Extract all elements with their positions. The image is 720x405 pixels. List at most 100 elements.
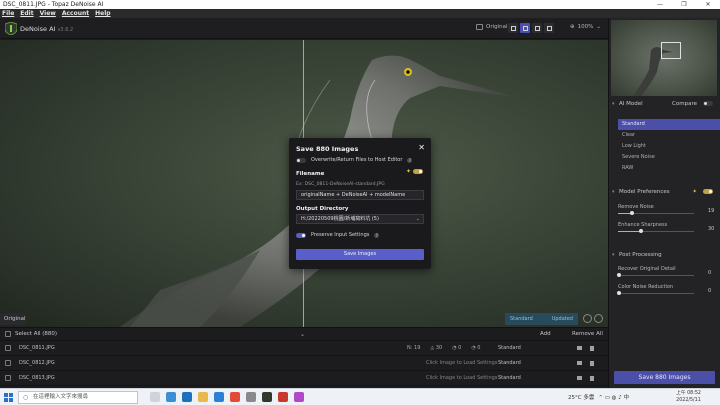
model-raw[interactable]: RAW [618,163,720,174]
post-processing-header[interactable]: ▾ Post Processing [609,249,720,260]
slider-knob[interactable] [617,291,621,295]
ai-model-header[interactable]: ▾ AI Model Compare [609,98,720,109]
file-checkbox[interactable] [5,375,11,381]
navigator-thumbnail[interactable] [611,20,717,96]
weather[interactable]: 25°C 多雲 [568,393,594,401]
recover-detail-value[interactable]: 0 [708,270,711,276]
help-icon[interactable]: ? [374,232,380,238]
trash-icon[interactable] [590,360,594,366]
store-icon[interactable] [182,392,192,402]
maximize-button[interactable]: ❐ [672,0,696,9]
chevron-down-icon: ⌄ [596,24,601,30]
remove-all-button[interactable]: Remove All [572,331,603,337]
file-name: DSC_0811.JPG [19,345,55,351]
menu-view[interactable]: View [40,10,56,17]
save-images-button[interactable]: Save 880 Images [614,371,715,384]
windows-start-icon[interactable] [4,393,13,402]
preview-icon[interactable] [577,346,582,350]
split-view-button[interactable] [520,23,530,33]
model-low-light[interactable]: Low Light [618,141,720,152]
file-explorer-icon[interactable] [198,392,208,402]
slider-knob[interactable] [630,211,635,215]
denoise-taskbar-icon[interactable] [262,392,272,402]
noise-value: N: 19 [407,345,421,351]
filename-input[interactable]: originalName + DeNoiseAI + modelName [296,190,424,200]
viewport-box[interactable] [661,42,681,59]
single-view-button[interactable] [508,23,518,33]
dialog-save-button[interactable]: Save Images [296,249,424,260]
menu-help[interactable]: Help [95,10,110,17]
output-directory-value: H:/20220509桃園/新埔窩料坑 (5) [301,216,379,222]
enhance-sharpness-slider[interactable]: Enhance Sharpness 30 [618,222,718,233]
filename-toggle[interactable] [413,169,424,174]
file-row[interactable]: DSC_0811.JPG N: 19 ◬ 30 ◔ 0 ◔ 0 Standard [0,341,608,356]
file-row[interactable]: DSC_0813.JPG Click Image to Load Setting… [0,371,608,386]
task-view-icon[interactable] [150,392,160,402]
slider-track[interactable] [618,275,694,276]
add-button[interactable]: Add [540,331,551,337]
slider-knob[interactable] [617,273,621,277]
close-window-button[interactable]: ✕ [696,0,720,9]
model-standard[interactable]: Standard [618,119,720,130]
file-checkbox[interactable] [5,345,11,351]
remove-noise-value[interactable]: 19 [708,208,714,214]
collapse-icon: ▾ [612,251,615,258]
info-icon[interactable] [594,314,603,323]
reset-icon[interactable] [583,314,592,323]
tray-icons[interactable]: ⌃ ▭ ◍ ♪ 中 [598,393,629,401]
slider-knob[interactable] [638,229,643,233]
compare-control: Compare [672,101,713,107]
trash-icon[interactable] [590,375,594,381]
sharpness-value-number: 30 [435,345,443,351]
file-checkbox[interactable] [5,360,11,366]
post-processing-title: Post Processing [619,251,662,258]
file-row[interactable]: DSC_0812.JPG Click Image to Load Setting… [0,356,608,371]
app-icon[interactable] [246,392,256,402]
help-icon[interactable]: ? [407,157,413,163]
preview-icon[interactable] [577,376,582,380]
side-by-side-button[interactable] [532,23,542,33]
settings-panel: ▾ AI Model Compare Standard Clear Low Li… [608,18,720,388]
output-directory-select[interactable]: H:/20220509桃園/新埔窩料坑 (5) ⌄ [296,214,424,224]
compare-toggle[interactable] [703,101,713,106]
chrome-icon[interactable] [230,392,240,402]
zoom-control[interactable]: ⊕ 100% ⌄ [570,24,601,30]
recover-detail-slider[interactable]: Recover Original Detail 0 [617,266,718,277]
chevron-down-icon: ⌄ [415,216,420,222]
browser-icon[interactable] [294,392,304,402]
remove-noise-slider[interactable]: Remove Noise 19 [618,204,718,215]
original-view-label: Original [486,24,508,30]
color-noise-slider[interactable]: Color Noise Reduction 0 [617,284,718,295]
taskbar-search[interactable]: 在這裡輸入文字來搜尋 [18,391,138,404]
chevron-down-icon[interactable]: ⌄ [300,331,305,338]
preserve-toggle[interactable] [296,232,306,238]
overwrite-toggle[interactable] [296,157,306,163]
trash-icon[interactable] [590,345,594,351]
spark-icon: ✦ [406,168,412,175]
clock[interactable]: 上午 08:52 2022/5/11 [676,390,701,404]
color-noise-value[interactable]: 0 [708,288,711,294]
filename-label: Filename [296,171,325,177]
slider-track[interactable] [618,293,694,294]
preview-icon[interactable] [577,361,582,365]
slider-fill [618,231,641,232]
original-view-toggle[interactable]: Original [476,24,508,30]
grid-view-button[interactable] [544,23,554,33]
menu-account[interactable]: Account [62,10,89,17]
minimize-button[interactable]: — [648,0,672,9]
preserve-row: Preserve Input Settings ? [296,232,380,238]
menu-edit[interactable]: Edit [20,10,33,17]
mail-icon[interactable] [214,392,224,402]
model-preferences-header[interactable]: ▾ Model Preferences ✦ [609,186,720,197]
canvas-tool-buttons [583,314,603,323]
model-clear[interactable]: Clear [618,130,720,141]
auto-toggle[interactable] [703,189,713,194]
enhance-sharpness-value[interactable]: 30 [708,226,714,232]
close-icon[interactable]: ✕ [418,143,425,152]
save-dialog: Save 880 Images ✕ Overwrite/Return Files… [289,138,431,269]
select-all-checkbox[interactable] [5,331,11,337]
edge-icon[interactable] [166,392,176,402]
menu-file[interactable]: File [2,10,14,17]
photo-app-icon[interactable] [278,392,288,402]
model-severe-noise[interactable]: Severe Noise [618,152,720,163]
